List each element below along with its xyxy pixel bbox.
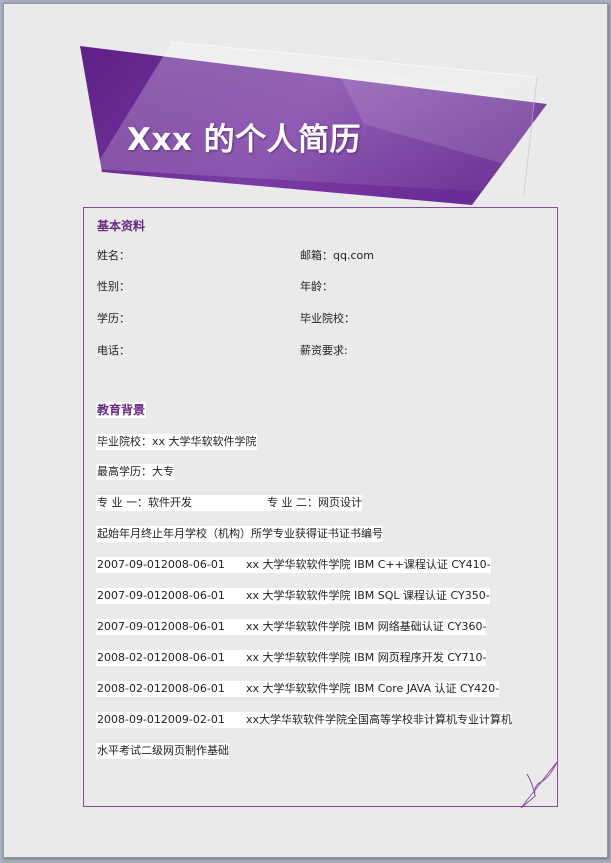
edu-entry-dates: 2007-09-012008-06-01 [96,588,246,604]
field-phone: 电话： [97,344,130,357]
section-title-education: 教育背景 [96,402,147,418]
edu-entry-detail: xx 大学华软软件学院 IBM SQL 课程认证 CY350- [245,588,490,604]
edu-school: 毕业院校：xx 大学华软软件学院 [96,434,257,450]
edu-entry-detail: xx 大学华软软件学院 IBM C++课程认证 CY410- [245,557,491,573]
edu-major-2: 专 业 二：网页设计 [266,495,362,511]
document-page: Xxx 的个人简历 基本资料 姓名： 邮箱：qq.com 性别： 年龄： 学历：… [3,3,608,858]
field-email: 邮箱：qq.com [300,249,374,262]
edu-major-1: 专 业 一：软件开发 [96,495,267,511]
edu-entry-detail: xx 大学华软软件学院 IBM 网络基础认证 CY360- [245,619,487,635]
resume-title: Xxx 的个人简历 [127,122,362,158]
edu-entry-dates: 2007-09-012008-06-01 [96,619,246,635]
edu-entry-dates: 2008-09-012009-02-01 [96,712,246,728]
section-title-basic: 基本资料 [97,219,146,233]
field-age: 年龄： [300,280,333,293]
field-education: 学历： [97,312,130,325]
edu-table-header: 起始年月终止年月学校（机构）所学专业获得证书证书编号 [96,526,383,542]
edu-entry-dates: 2007-09-012008-06-01 [96,557,246,573]
edu-entry-dates: 2008-02-012008-06-01 [96,650,246,666]
edu-entry-detail: xx 大学华软软件学院 IBM 网页程序开发 CY710- [245,650,487,666]
edu-degree: 最高学历：大专 [96,464,174,480]
page-curl-decoration [520,761,558,809]
edu-entry-detail: xx大学华软软件学院全国高等学校非计算机专业计算机 [245,712,513,728]
field-gender: 性别： [97,280,130,293]
edu-entry-detail: xx 大学华软软件学院 IBM Core JAVA 认证 CY420- [245,681,500,697]
field-salary: 薪资要求: [300,344,348,357]
field-school: 毕业院校： [300,312,355,325]
edu-entry-dates: 2008-02-012008-06-01 [96,681,246,697]
edu-footer: 水平考试二级网页制作基础 [96,743,229,759]
field-name: 姓名： [97,249,130,262]
